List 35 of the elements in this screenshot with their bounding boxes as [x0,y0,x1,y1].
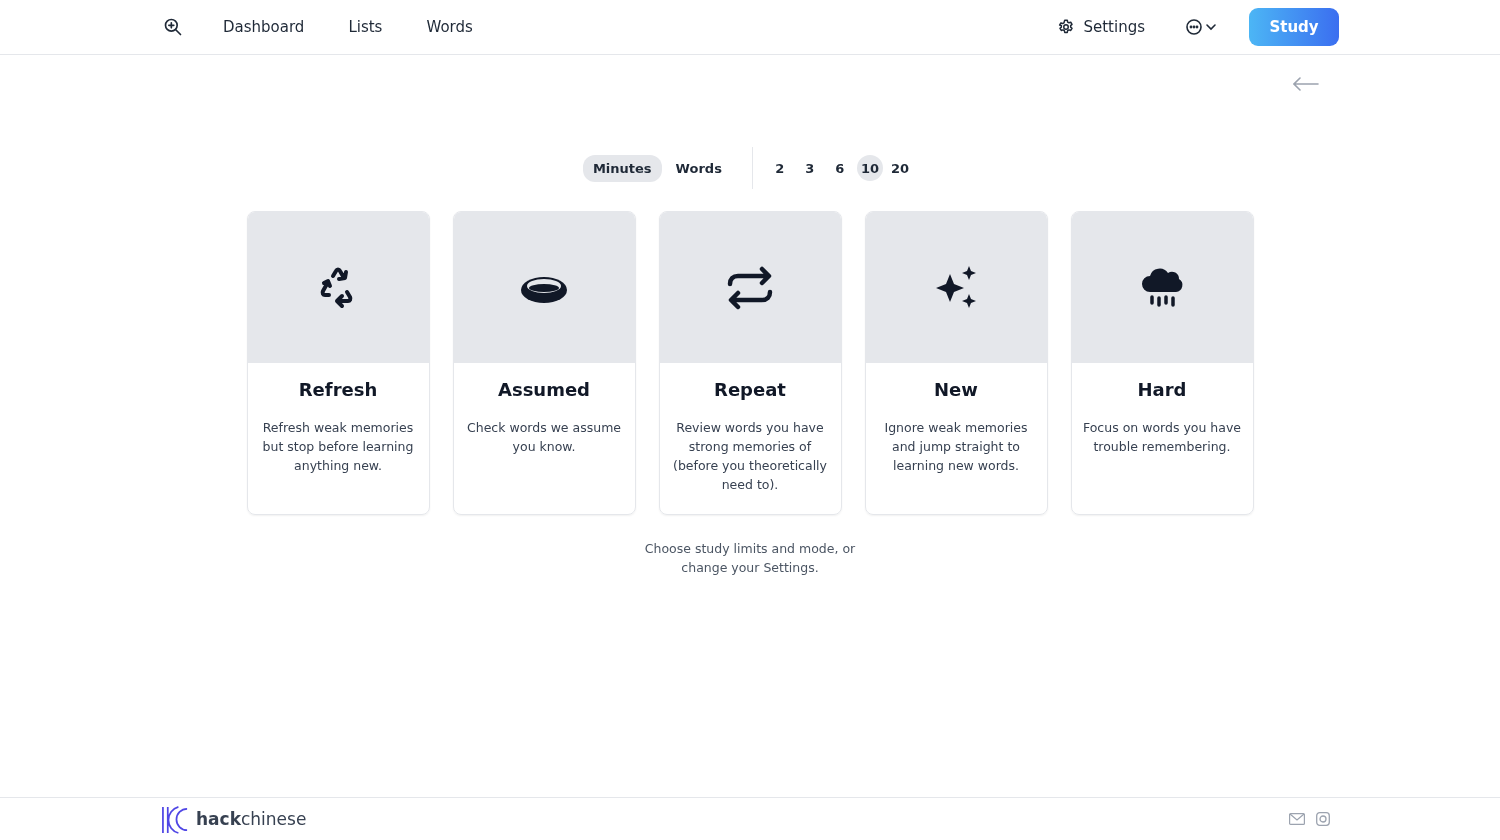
card-title: New [933,379,979,400]
card-title: Refresh [297,379,379,400]
card-description: Ignore weak memories and jump straight to learning new words. [883,419,1029,475]
card-description: Focus on words you have trouble remembering. [1081,419,1242,456]
card-description: Check words we assume you know. [466,419,622,456]
card-description: Review words you have strong memories of (before you theoretically need to). [672,419,828,494]
study-mode-card[interactable]: New Ignore weak memories and jump straight to learning new words. [864,211,1048,515]
settings-icon [1057,18,1076,36]
back-arrow-icon[interactable] [1293,77,1319,91]
logo-icon [161,804,190,834]
nav-link[interactable]: Dashboard [223,18,305,36]
instagram-icon[interactable] [1315,812,1331,826]
amount-option[interactable]: 10 [856,155,883,181]
zoom-in-icon[interactable] [163,17,183,37]
amount-option[interactable]: 2 [766,155,793,181]
study-mode-card[interactable]: Assumed Check words we assume you know. [452,211,636,515]
settings-link[interactable]: Settings [1057,18,1145,36]
mode-tab[interactable]: Minutes [582,154,662,182]
logo-wordmark[interactable]: hackchinese [196,809,307,829]
study-mode-card[interactable]: Refresh Refresh weak memories but stop before learning anything new. [246,211,430,515]
study-mode-card[interactable]: Repeat Review words you have strong memories of (before you theoretically need to). [658,211,842,515]
study-mode-card[interactable]: Hard Focus on words you have trouble remembering. [1070,211,1254,515]
mode-tab[interactable]: Words [665,154,732,182]
amount-option[interactable]: 6 [826,155,853,181]
more-menu-button[interactable] [1185,18,1219,36]
amount-option[interactable]: 20 [886,155,914,181]
hint-text: Choose study limits and mode, or change your Settings. [643,540,857,577]
card-title: Repeat [713,379,787,400]
card-title: Assumed [497,379,591,400]
card-description: Refresh weak memories but stop before learning anything new. [261,419,415,475]
mail-icon[interactable] [1289,812,1305,826]
card-title: Hard [1136,379,1188,400]
nav-link[interactable]: Lists [348,18,383,36]
nav-link[interactable]: Words [426,18,473,36]
amount-option[interactable]: 3 [796,155,823,181]
